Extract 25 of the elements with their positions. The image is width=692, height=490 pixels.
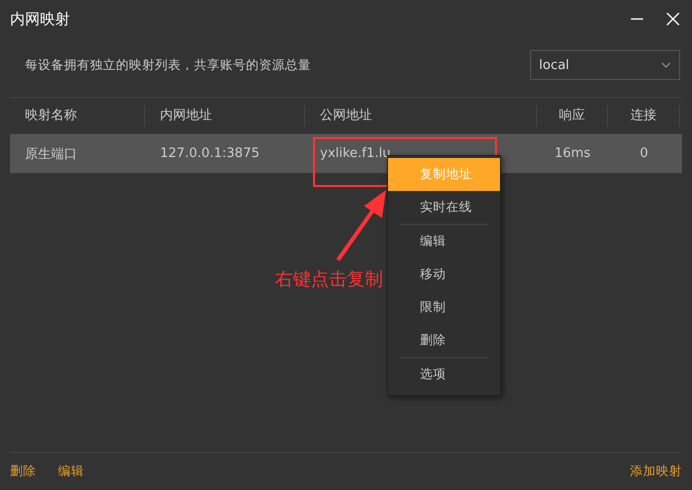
annotation-text: 右键点击复制 xyxy=(275,268,383,291)
description-text: 每设备拥有独立的映射列表，共享账号的资源总量 xyxy=(25,56,312,74)
table-cell-text: 原生端口 xyxy=(24,146,78,162)
window-title: 内网映射 xyxy=(10,10,71,28)
menu-item[interactable]: 删除 xyxy=(388,324,500,357)
device-select[interactable]: local xyxy=(530,50,680,80)
column-header: 连接 xyxy=(608,105,680,127)
table-cell-text: 127.0.0.1:3875 xyxy=(159,146,260,161)
add-mapping-button[interactable]: 添加映射 xyxy=(630,463,682,480)
column-header: 公网地址 xyxy=(305,105,537,127)
chevron-icon xyxy=(661,62,671,68)
column-header: 响应 xyxy=(537,105,608,127)
footer-button[interactable]: 编辑 xyxy=(58,463,84,480)
table-cell-text: 0 xyxy=(638,146,650,161)
menu-item[interactable]: 实时在线 xyxy=(388,191,500,224)
column-header: 映射名称 xyxy=(10,105,145,127)
column-header: 内网地址 xyxy=(145,105,305,127)
footer-button[interactable]: 删除 xyxy=(10,463,36,480)
menu-item[interactable]: 选项 xyxy=(388,358,500,391)
menu-item[interactable]: 移动 xyxy=(388,258,500,291)
table-cell-text: 16ms xyxy=(554,146,592,161)
close-icon[interactable] xyxy=(664,10,682,28)
menu-item[interactable]: 编辑 xyxy=(388,225,500,258)
menu-item[interactable]: 限制 xyxy=(388,291,500,324)
table-cell-text: yxlike.f1.lu xyxy=(319,146,392,161)
